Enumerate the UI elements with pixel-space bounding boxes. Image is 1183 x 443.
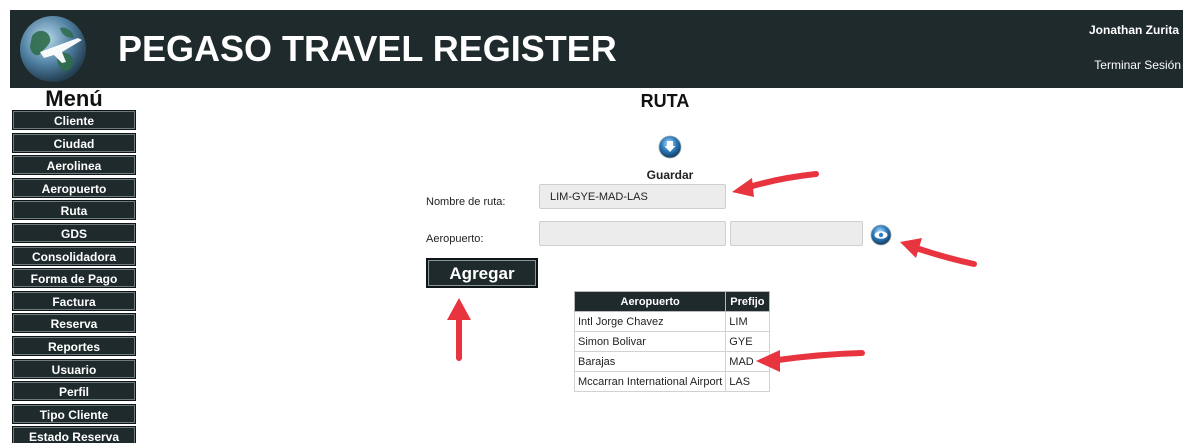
airport-cell: Barajas xyxy=(573,351,727,372)
page-title: RUTA xyxy=(640,91,690,111)
app-brand-title: PEGASO TRAVEL REGISTER xyxy=(118,28,617,69)
save-label: Guardar xyxy=(646,168,694,182)
route-name-field[interactable] xyxy=(539,184,726,209)
add-button[interactable]: Agregar xyxy=(426,258,538,288)
eye-icon[interactable] xyxy=(870,224,892,246)
table-row: Simon Bolivar GYE xyxy=(573,331,770,352)
menu-item-usuario[interactable]: Usuario xyxy=(12,358,136,379)
logout-link[interactable]: Terminar Sesión xyxy=(1094,58,1181,72)
save-icon[interactable] xyxy=(658,135,682,159)
menu-item-perfil[interactable]: Perfil xyxy=(12,381,136,402)
menu-item-estado-reserva[interactable]: Estado Reserva xyxy=(12,426,136,443)
menu-item-consolidadora[interactable]: Consolidadora xyxy=(12,245,136,266)
menu-item-aerolinea[interactable]: Aerolinea xyxy=(12,155,136,176)
menu-item-ciudad[interactable]: Ciudad xyxy=(12,132,136,153)
menu-item-ruta[interactable]: Ruta xyxy=(12,200,136,221)
table-header-row: Aeropuerto Prefijo xyxy=(573,291,770,312)
app-header: PEGASO TRAVEL REGISTER Jonathan Zurita T… xyxy=(10,10,1183,88)
user-name: Jonathan Zurita xyxy=(1088,23,1179,37)
save-button[interactable]: Guardar xyxy=(640,135,700,182)
airport-cell: Intl Jorge Chavez xyxy=(573,311,727,332)
menu-item-tipo-cliente[interactable]: Tipo Cliente xyxy=(12,403,136,424)
globe-plane-logo-icon xyxy=(20,16,86,82)
menu-item-gds[interactable]: GDS xyxy=(12,222,136,243)
menu-item-forma-de-pago[interactable]: Forma de Pago xyxy=(12,268,136,289)
airport-cell: Mccarran International Airport xyxy=(573,371,727,392)
annotation-arrow-left-icon xyxy=(756,350,865,372)
prefix-cell: LAS xyxy=(725,371,770,392)
menu-title: Menú xyxy=(45,86,103,111)
table-row: Mccarran International Airport LAS xyxy=(573,371,770,392)
column-header-airport: Aeropuerto xyxy=(573,291,727,312)
column-header-prefix: Prefijo xyxy=(725,291,770,312)
menu-item-reserva[interactable]: Reserva xyxy=(12,313,136,334)
annotation-arrow-left-icon xyxy=(732,171,819,197)
menu-item-cliente[interactable]: Cliente xyxy=(12,110,136,130)
airport-name-field[interactable] xyxy=(539,221,726,246)
prefix-cell: LIM xyxy=(725,311,770,332)
airport-label: Aeropuerto: xyxy=(426,233,484,245)
route-name-label: Nombre de ruta: xyxy=(426,196,506,208)
sidebar-menu: Cliente Ciudad Aerolinea Aeropuerto Ruta… xyxy=(12,110,136,443)
airport-code-field[interactable] xyxy=(730,221,863,246)
menu-item-aeropuerto[interactable]: Aeropuerto xyxy=(12,177,136,198)
annotation-arrow-left-icon xyxy=(900,238,977,267)
table-row: Intl Jorge Chavez LIM xyxy=(573,311,770,332)
airport-route-table: Aeropuerto Prefijo Intl Jorge Chavez LIM… xyxy=(573,291,770,392)
table-row: Barajas MAD xyxy=(573,351,770,372)
menu-item-reportes[interactable]: Reportes xyxy=(12,335,136,356)
menu-item-factura[interactable]: Factura xyxy=(12,290,136,311)
annotation-arrow-up-icon xyxy=(447,298,471,361)
airport-cell: Simon Bolivar xyxy=(573,331,727,352)
